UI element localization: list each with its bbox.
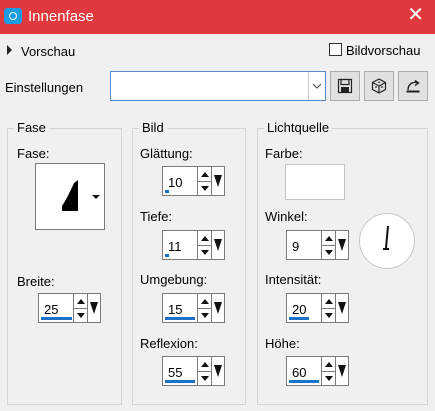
image-preview-label[interactable]: Bildvorschau bbox=[346, 43, 420, 58]
smoothing-up-button[interactable] bbox=[198, 167, 211, 182]
window-title: Innenfase bbox=[28, 8, 94, 25]
intensity-label: Intensität: bbox=[265, 272, 322, 287]
reflection-dropdown-button[interactable] bbox=[212, 356, 225, 386]
depth-label: Tiefe: bbox=[140, 209, 173, 224]
angle-up-button[interactable] bbox=[322, 231, 335, 246]
reset-button[interactable] bbox=[398, 71, 428, 101]
depth-dropdown-button[interactable] bbox=[212, 230, 225, 260]
height-field[interactable]: 60 bbox=[286, 356, 322, 386]
save-icon bbox=[337, 78, 353, 94]
intensity-level-bar bbox=[289, 317, 309, 320]
ambience-up-button[interactable] bbox=[198, 294, 211, 309]
reflection-value: 55 bbox=[168, 365, 183, 380]
close-icon[interactable]: ✕ bbox=[407, 5, 424, 25]
intensity-field[interactable]: 20 bbox=[286, 293, 322, 323]
height-value: 60 bbox=[292, 365, 307, 380]
ambience-field[interactable]: 15 bbox=[162, 293, 198, 323]
color-label: Farbe: bbox=[265, 146, 303, 161]
image-preview-checkbox[interactable] bbox=[329, 43, 342, 56]
ambience-down-button[interactable] bbox=[198, 308, 211, 322]
angle-dial[interactable] bbox=[359, 213, 415, 269]
depth-up-button[interactable] bbox=[198, 231, 211, 246]
height-down-button[interactable] bbox=[322, 371, 335, 385]
height-dropdown-button[interactable] bbox=[336, 356, 349, 386]
preview-toggle-label[interactable]: Vorschau bbox=[21, 44, 75, 59]
depth-down-button[interactable] bbox=[198, 245, 211, 259]
smoothing-label: Glättung: bbox=[140, 146, 193, 161]
randomize-button[interactable] bbox=[364, 71, 394, 101]
bevel-shape-dropdown[interactable] bbox=[87, 164, 104, 229]
smoothing-down-button[interactable] bbox=[198, 181, 211, 195]
settings-label: Einstellungen bbox=[5, 80, 84, 95]
ambience-spinner[interactable]: 15 bbox=[162, 293, 226, 323]
ambience-label: Umgebung: bbox=[140, 272, 208, 287]
save-preset-button[interactable] bbox=[330, 71, 360, 101]
intensity-spinner[interactable]: 20 bbox=[286, 293, 350, 323]
width-down-button[interactable] bbox=[74, 308, 87, 322]
height-up-button[interactable] bbox=[322, 357, 335, 372]
height-spinner[interactable]: 60 bbox=[286, 356, 350, 386]
reflection-spinner[interactable]: 55 bbox=[162, 356, 226, 386]
smoothing-field[interactable]: 10 bbox=[162, 166, 198, 196]
bevel-shape-icon bbox=[46, 180, 78, 211]
angle-field[interactable]: 9 bbox=[286, 230, 322, 260]
width-up-button[interactable] bbox=[74, 294, 87, 309]
reset-icon bbox=[406, 79, 420, 93]
ambience-value: 15 bbox=[168, 302, 183, 317]
ambience-level-bar bbox=[165, 317, 195, 320]
camera-icon bbox=[4, 8, 22, 24]
depth-value: 11 bbox=[168, 239, 182, 254]
smoothing-level-bar bbox=[165, 190, 169, 193]
intensity-value: 20 bbox=[292, 302, 307, 317]
width-value: 25 bbox=[44, 302, 59, 317]
randomize-icon bbox=[371, 78, 387, 94]
width-dropdown-button[interactable] bbox=[88, 293, 101, 323]
depth-spinner[interactable]: 11 bbox=[162, 230, 226, 260]
intensity-dropdown-button[interactable] bbox=[336, 293, 349, 323]
settings-combobox[interactable] bbox=[110, 71, 326, 101]
angle-value: 9 bbox=[292, 239, 300, 254]
reflection-level-bar bbox=[165, 380, 195, 383]
width-field[interactable]: 25 bbox=[38, 293, 74, 323]
light-color-swatch[interactable] bbox=[285, 164, 345, 200]
depth-field[interactable]: 11 bbox=[162, 230, 198, 260]
angle-dropdown-button[interactable] bbox=[336, 230, 349, 260]
expand-arrow-icon[interactable] bbox=[7, 45, 12, 55]
angle-label: Winkel: bbox=[265, 209, 308, 224]
intensity-down-button[interactable] bbox=[322, 308, 335, 322]
angle-dial-needle bbox=[383, 225, 389, 250]
chevron-down-icon[interactable] bbox=[308, 72, 325, 100]
width-label: Breite: bbox=[17, 274, 55, 289]
smoothing-dropdown-button[interactable] bbox=[212, 166, 225, 196]
angle-spinner[interactable]: 9 bbox=[286, 230, 350, 260]
fase-shape-label: Fase: bbox=[17, 146, 50, 161]
bild-group-title: Bild bbox=[139, 120, 167, 135]
title-bar: Innenfase ✕ bbox=[0, 0, 435, 34]
width-spinner[interactable]: 25 bbox=[38, 293, 102, 323]
reflection-field[interactable]: 55 bbox=[162, 356, 198, 386]
depth-level-bar bbox=[165, 254, 169, 257]
height-label: Höhe: bbox=[265, 336, 300, 351]
reflection-down-button[interactable] bbox=[198, 371, 211, 385]
fase-group-title: Fase bbox=[14, 120, 49, 135]
reflection-up-button[interactable] bbox=[198, 357, 211, 372]
width-level-bar bbox=[41, 317, 72, 320]
smoothing-spinner[interactable]: 10 bbox=[162, 166, 226, 196]
smoothing-value: 10 bbox=[168, 175, 183, 190]
light-source-group-title: Lichtquelle bbox=[264, 120, 333, 135]
ambience-dropdown-button[interactable] bbox=[212, 293, 225, 323]
height-level-bar bbox=[289, 380, 319, 383]
angle-down-button[interactable] bbox=[322, 245, 335, 259]
intensity-up-button[interactable] bbox=[322, 294, 335, 309]
reflection-label: Reflexion: bbox=[140, 336, 198, 351]
